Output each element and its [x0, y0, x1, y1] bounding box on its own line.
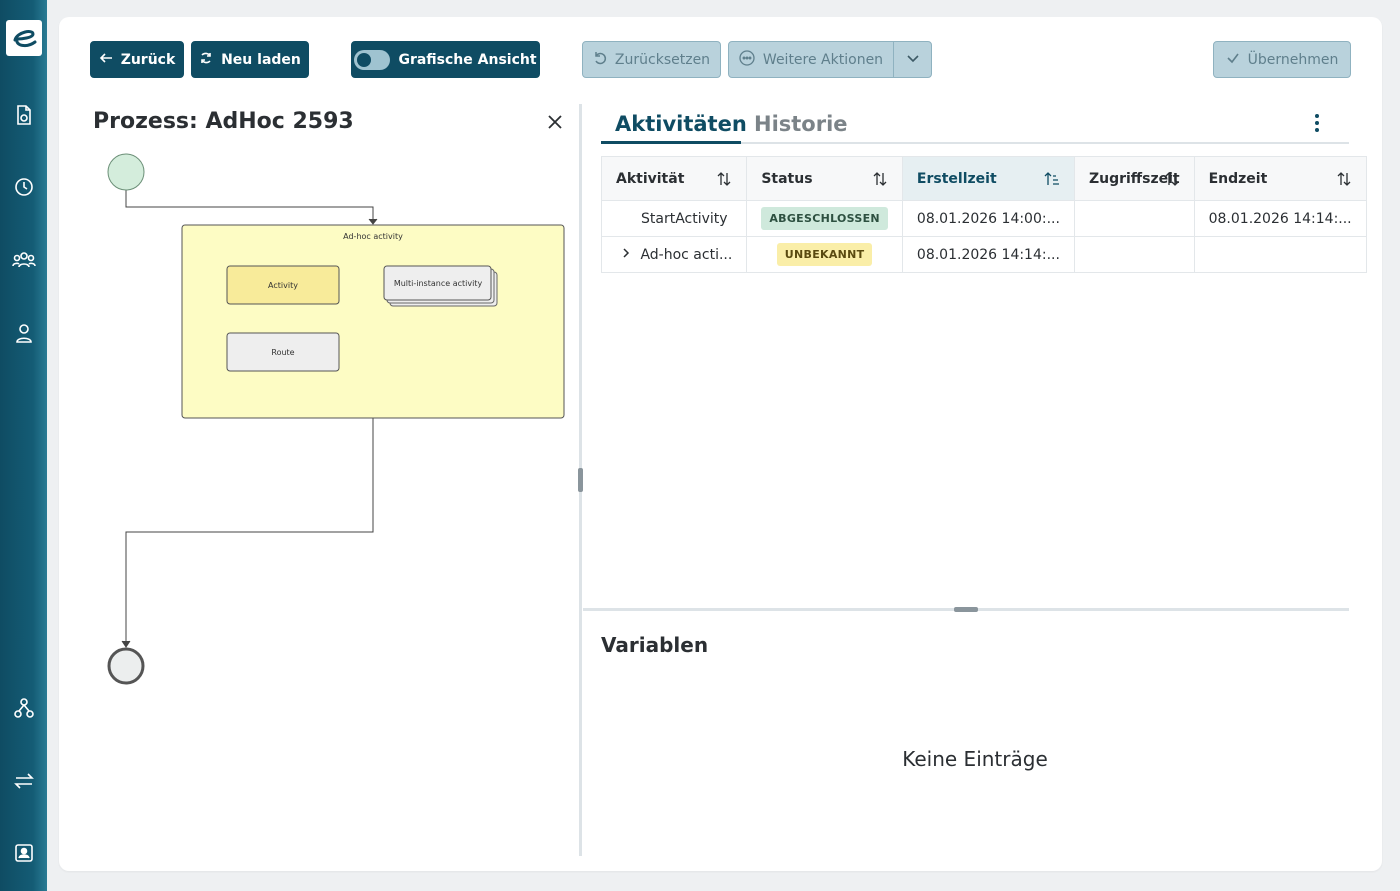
more-actions-button[interactable]: Weitere Aktionen: [728, 41, 894, 78]
document-sync-icon[interactable]: [11, 102, 37, 128]
activities-table: Aktivität Status Erstellzeit Zugriffszei…: [600, 156, 1367, 273]
accessed-cell: [1073, 236, 1195, 273]
graphic-view-label: Grafische Ansicht: [398, 51, 537, 68]
back-button-label: Zurück: [120, 51, 176, 68]
activity-label: Activity: [268, 281, 298, 290]
more-dots-icon: [739, 49, 755, 70]
column-header-status[interactable]: Status: [746, 156, 903, 201]
group-icon[interactable]: [11, 247, 37, 273]
column-header-activity[interactable]: Aktivität: [600, 156, 748, 201]
tab-bar: Aktivitäten Historie: [601, 104, 1349, 144]
status-badge: ABGESCHLOSSEN: [761, 207, 888, 230]
more-actions-label: Weitere Aktionen: [762, 51, 884, 68]
column-header-created[interactable]: Erstellzeit: [901, 156, 1075, 201]
end-event[interactable]: [107, 647, 145, 685]
ended-cell: [1193, 236, 1367, 273]
contact-card-icon[interactable]: [11, 840, 37, 866]
horizontal-splitter-handle[interactable]: [954, 607, 978, 612]
variables-title: Variablen: [601, 633, 709, 657]
apply-button[interactable]: Übernehmen: [1213, 41, 1351, 78]
column-header-ended[interactable]: Endzeit: [1193, 156, 1367, 201]
close-icon[interactable]: [545, 112, 565, 132]
created-cell: 08.01.2026 14:14:...: [901, 236, 1075, 273]
table-row[interactable]: StartActivity ABGESCHLOSSEN 08.01.2026 1…: [600, 200, 1367, 237]
tab-history[interactable]: Historie: [754, 112, 848, 136]
sidebar: [0, 0, 47, 891]
adhoc-subprocess[interactable]: [181, 224, 565, 419]
subprocess-label: Ad-hoc activity: [343, 232, 403, 241]
empty-state-text: Keine Einträge: [902, 747, 1048, 771]
created-cell: 08.01.2026 14:00:...: [901, 200, 1075, 237]
workflow-icon[interactable]: [11, 695, 37, 721]
reset-button-label: Zurücksetzen: [614, 51, 711, 68]
sort-icon[interactable]: [1336, 171, 1352, 187]
user-icon[interactable]: [11, 320, 37, 346]
more-actions-dropdown[interactable]: [893, 41, 932, 78]
accessed-cell: [1073, 200, 1195, 237]
reload-button[interactable]: Neu laden: [191, 41, 309, 78]
ended-cell: 08.01.2026 14:14:...: [1193, 200, 1367, 237]
logo-icon: [13, 30, 37, 48]
sort-icon[interactable]: [872, 171, 888, 187]
column-header-accessed[interactable]: Zugriffszeit: [1073, 156, 1195, 201]
sort-ascending-icon[interactable]: [1044, 171, 1060, 187]
app-logo[interactable]: [6, 20, 42, 56]
process-title: Prozess: AdHoc 2593: [93, 109, 354, 134]
check-icon: [1226, 51, 1240, 69]
expand-chevron-icon[interactable]: [620, 247, 636, 263]
reset-button[interactable]: Zurücksetzen: [582, 41, 721, 78]
status-badge: UNBEKANNT: [776, 243, 873, 266]
activity-cell: Ad-hoc acti...: [640, 246, 733, 263]
multi-instance-label: Multi-instance activity: [394, 279, 483, 288]
graphic-view-toggle[interactable]: Grafische Ansicht: [351, 41, 540, 78]
tab-activities[interactable]: Aktivitäten: [615, 112, 747, 136]
undo-icon: [593, 51, 607, 69]
back-button[interactable]: Zurück: [90, 41, 184, 78]
process-diagram: Ad-hoc activity Activity Multi-instance …: [107, 153, 565, 685]
clock-icon[interactable]: [11, 174, 37, 200]
chevron-down-icon: [906, 51, 920, 69]
vertical-splitter-handle[interactable]: [578, 468, 583, 492]
reload-button-label: Neu laden: [221, 51, 301, 68]
kebab-menu-icon[interactable]: [1307, 112, 1327, 134]
reload-icon: [199, 51, 213, 69]
sort-icon[interactable]: [716, 171, 732, 187]
transfer-icon[interactable]: [11, 768, 37, 794]
active-tab-indicator: [601, 141, 741, 144]
arrow-left-icon: [99, 51, 113, 69]
apply-button-label: Übernehmen: [1247, 51, 1339, 68]
table-row[interactable]: Ad-hoc acti... UNBEKANNT 08.01.2026 14:1…: [600, 236, 1367, 273]
activity-cell: StartActivity: [600, 200, 748, 237]
sort-icon[interactable]: [1164, 171, 1180, 187]
start-event[interactable]: [107, 153, 145, 191]
toggle-switch: [354, 49, 391, 70]
route-label: Route: [271, 348, 294, 357]
